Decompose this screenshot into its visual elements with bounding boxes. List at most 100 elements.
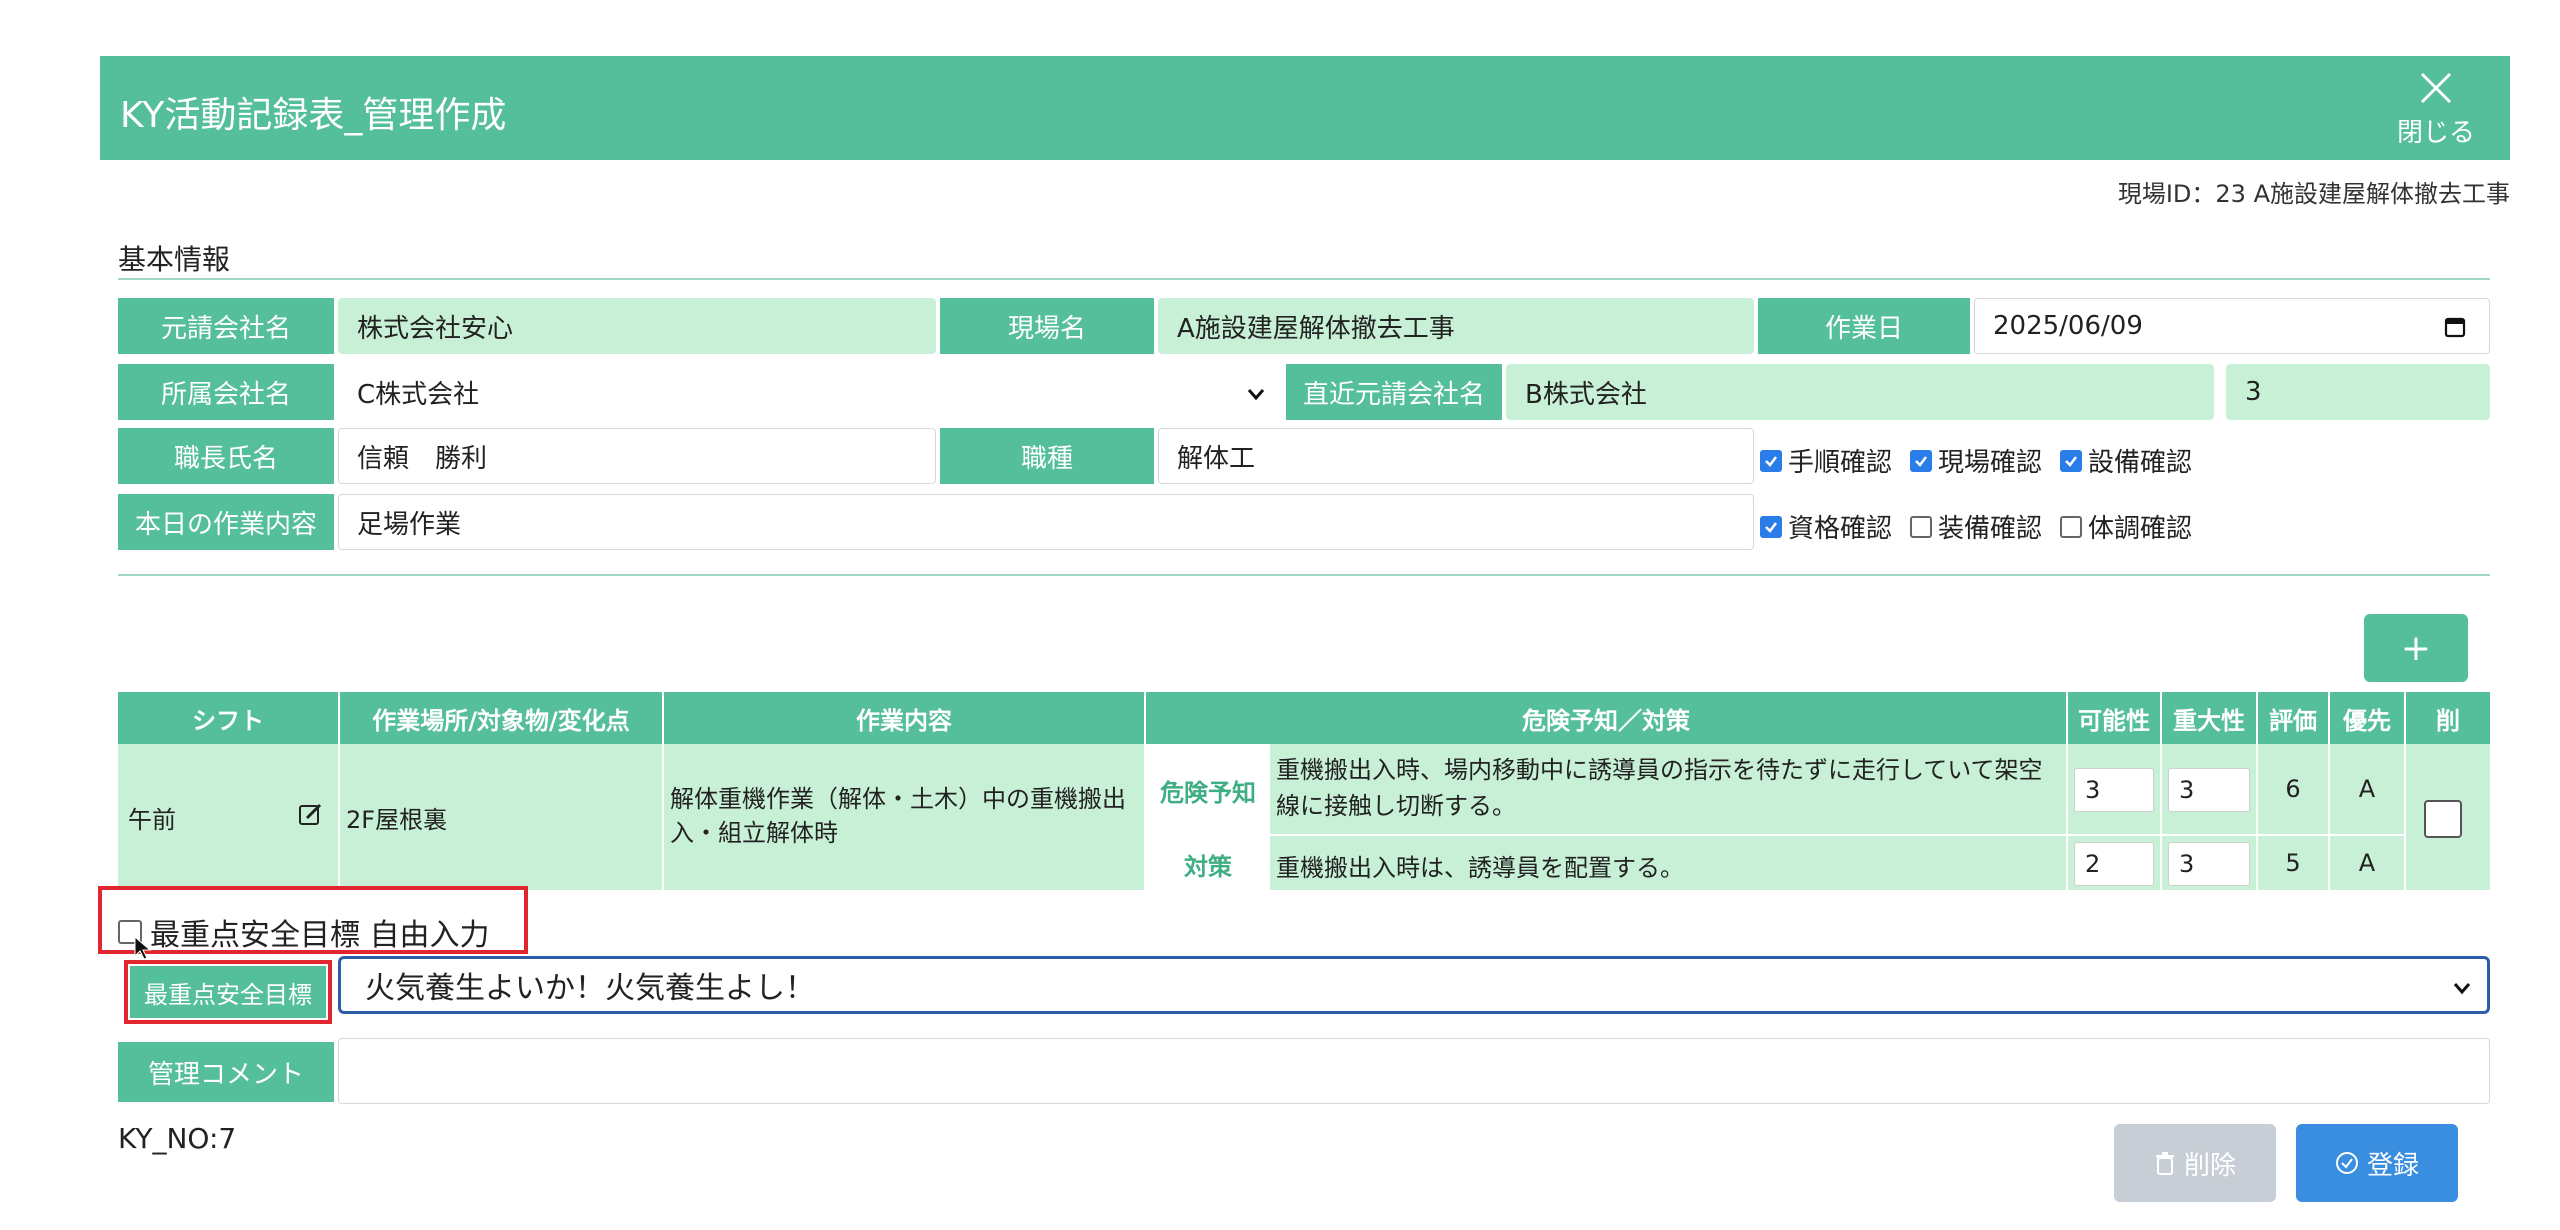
save-button[interactable]: 登録 bbox=[2296, 1124, 2458, 1202]
trash-icon bbox=[2155, 1152, 2174, 1175]
shift-value: 午前 bbox=[128, 806, 176, 834]
comment-input[interactable] bbox=[338, 1038, 2490, 1104]
checkbox-site[interactable] bbox=[1910, 449, 1933, 472]
hazard-tag: 危険予知 bbox=[1148, 746, 1268, 834]
goal-free-input-label: 最重点安全目標 自由入力 bbox=[150, 918, 490, 953]
cell-measure-severity: 3 bbox=[2162, 836, 2258, 892]
cell-work: 解体重機作業（解体・土木）中の重機搬出入・組立解体時 bbox=[664, 744, 1146, 892]
check-site[interactable]: 現場確認 bbox=[1910, 442, 2042, 479]
col-header-priority: 優先 bbox=[2330, 692, 2406, 744]
check-site-label: 現場確認 bbox=[1938, 448, 2043, 478]
check-gear-label: 装備確認 bbox=[1938, 514, 2043, 544]
chevron-down-icon bbox=[1247, 389, 1265, 401]
measure-score: 5 bbox=[2258, 836, 2330, 892]
foreman-label: 職長氏名 bbox=[118, 428, 334, 484]
affiliated-company-value: C株式会社 bbox=[357, 379, 480, 410]
affiliated-company-label: 所属会社名 bbox=[118, 364, 334, 420]
col-header-place: 作業場所/対象物/変化点 bbox=[340, 692, 664, 744]
goal-free-input-toggle[interactable]: 最重点安全目標 自由入力 bbox=[118, 910, 490, 954]
row-delete-checkbox[interactable] bbox=[2424, 800, 2462, 838]
measure-text: 重機搬出入時は、誘導員を配置する。 bbox=[1276, 854, 1684, 882]
hazard-score: 6 bbox=[2258, 744, 2330, 836]
hazard-priority: A bbox=[2330, 744, 2406, 836]
col-header-severity: 重大性 bbox=[2162, 692, 2258, 744]
goal-label: 最重点安全目標 bbox=[130, 966, 326, 1018]
cell-measure-likelihood: 2 bbox=[2068, 836, 2162, 892]
check-procedure-label: 手順確認 bbox=[1788, 448, 1893, 478]
nearest-contractor-field: B株式会社 bbox=[1506, 364, 2214, 420]
nearest-contractor-label: 直近元請会社名 bbox=[1286, 364, 1502, 420]
foreman-input[interactable]: 信頼 勝利 bbox=[338, 428, 936, 484]
page-title: KY活動記録表_管理作成 bbox=[120, 95, 507, 136]
col-header-delete: 削 bbox=[2406, 692, 2490, 744]
affiliated-company-select[interactable]: C株式会社 bbox=[338, 364, 1282, 420]
checkbox-procedure[interactable] bbox=[1760, 449, 1782, 472]
check-icon bbox=[1915, 455, 1928, 467]
close-icon bbox=[2420, 72, 2452, 104]
cell-measure-text: 重機搬出入時は、誘導員を配置する。 bbox=[1270, 836, 2068, 892]
checkbox-equipment[interactable] bbox=[2060, 449, 2083, 472]
check-group-2: 資格確認 装備確認 体調確認 bbox=[1760, 508, 2192, 545]
hazard-likelihood-input[interactable]: 3 bbox=[2074, 768, 2154, 812]
nearest-contractor-extra-field: 3 bbox=[2226, 364, 2490, 420]
check-circle-icon bbox=[2335, 1152, 2358, 1174]
check-health[interactable]: 体調確認 bbox=[2060, 508, 2192, 545]
check-group-1: 手順確認 現場確認 設備確認 bbox=[1760, 442, 2192, 479]
checkbox-health[interactable] bbox=[2060, 515, 2083, 538]
prime-contractor-field: 株式会社安心 bbox=[338, 298, 936, 354]
close-label: 閉じる bbox=[2396, 118, 2475, 148]
cell-hazard-text: 重機搬出入時、場内移動中に誘導員の指示を待たずに走行していて架空線に接触し切断す… bbox=[1270, 744, 2068, 836]
comment-label: 管理コメント bbox=[118, 1042, 334, 1102]
checkbox-qualification[interactable] bbox=[1760, 515, 1782, 538]
check-icon bbox=[1765, 455, 1777, 467]
hazard-text: 重機搬出入時、場内移動中に誘導員の指示を待たずに走行していて架空線に接触し切断す… bbox=[1276, 756, 2043, 820]
work-date-input[interactable]: 2025/06/09 bbox=[1974, 298, 2490, 354]
add-row-button[interactable]: + bbox=[2364, 614, 2468, 682]
goal-select[interactable]: 火気養生よいか！火気養生よし！ bbox=[338, 956, 2490, 1014]
check-equipment[interactable]: 設備確認 bbox=[2060, 442, 2192, 479]
edit-icon[interactable] bbox=[298, 802, 324, 828]
delete-button[interactable]: 削除 bbox=[2114, 1124, 2276, 1202]
place-value: 2F屋根裏 bbox=[346, 806, 448, 834]
cell-place: 2F屋根裏 bbox=[340, 744, 664, 892]
check-qualification[interactable]: 資格確認 bbox=[1760, 508, 1892, 545]
prime-contractor-label: 元請会社名 bbox=[118, 298, 334, 354]
checkbox-gear[interactable] bbox=[1910, 515, 1933, 538]
site-name-field: A施設建屋解体撤去工事 bbox=[1158, 298, 1754, 354]
calendar-icon[interactable] bbox=[2443, 315, 2467, 339]
check-icon bbox=[1765, 521, 1777, 533]
measure-severity-input[interactable]: 3 bbox=[2168, 842, 2250, 886]
measure-likelihood-input[interactable]: 2 bbox=[2074, 842, 2154, 886]
section-divider-top bbox=[118, 278, 2490, 280]
chevron-down-icon bbox=[2453, 983, 2471, 995]
section-divider-bottom bbox=[118, 574, 2490, 576]
check-gear[interactable]: 装備確認 bbox=[1910, 508, 2042, 545]
site-name-label: 現場名 bbox=[940, 298, 1154, 354]
col-header-work: 作業内容 bbox=[664, 692, 1146, 744]
cell-shift[interactable]: 午前 bbox=[118, 744, 340, 892]
site-id-text: 現場ID：23 A施設建屋解体撤去工事 bbox=[2117, 180, 2510, 208]
cell-hazard-severity: 3 bbox=[2162, 744, 2258, 836]
work-value: 解体重機作業（解体・土木）中の重機搬出入・組立解体時 bbox=[670, 785, 1126, 847]
col-header-likelihood: 可能性 bbox=[2068, 692, 2162, 744]
check-procedure[interactable]: 手順確認 bbox=[1760, 442, 1892, 479]
check-equipment-label: 設備確認 bbox=[2088, 448, 2193, 478]
col-header-hazard: 危険予知／対策 bbox=[1146, 692, 2068, 744]
col-header-score: 評価 bbox=[2258, 692, 2330, 744]
check-icon bbox=[2065, 455, 2078, 467]
cell-hazard-likelihood: 3 bbox=[2068, 744, 2162, 836]
measure-priority: A bbox=[2330, 836, 2406, 892]
close-button[interactable]: 閉じる bbox=[2396, 68, 2476, 148]
job-type-input[interactable]: 解体工 bbox=[1158, 428, 1754, 484]
hazard-severity-input[interactable]: 3 bbox=[2168, 768, 2250, 812]
goal-select-value: 火気養生よいか！火気養生よし！ bbox=[365, 971, 815, 1006]
col-header-shift: シフト bbox=[118, 692, 340, 744]
save-label: 登録 bbox=[2366, 1150, 2419, 1181]
todays-work-input[interactable]: 足場作業 bbox=[338, 494, 1754, 550]
cell-delete bbox=[2406, 744, 2490, 892]
check-qualification-label: 資格確認 bbox=[1788, 514, 1893, 544]
delete-label: 削除 bbox=[2183, 1150, 2236, 1181]
job-type-label: 職種 bbox=[940, 428, 1154, 484]
cursor-icon bbox=[134, 936, 152, 960]
ky-number: KY_NO:7 bbox=[118, 1122, 237, 1155]
